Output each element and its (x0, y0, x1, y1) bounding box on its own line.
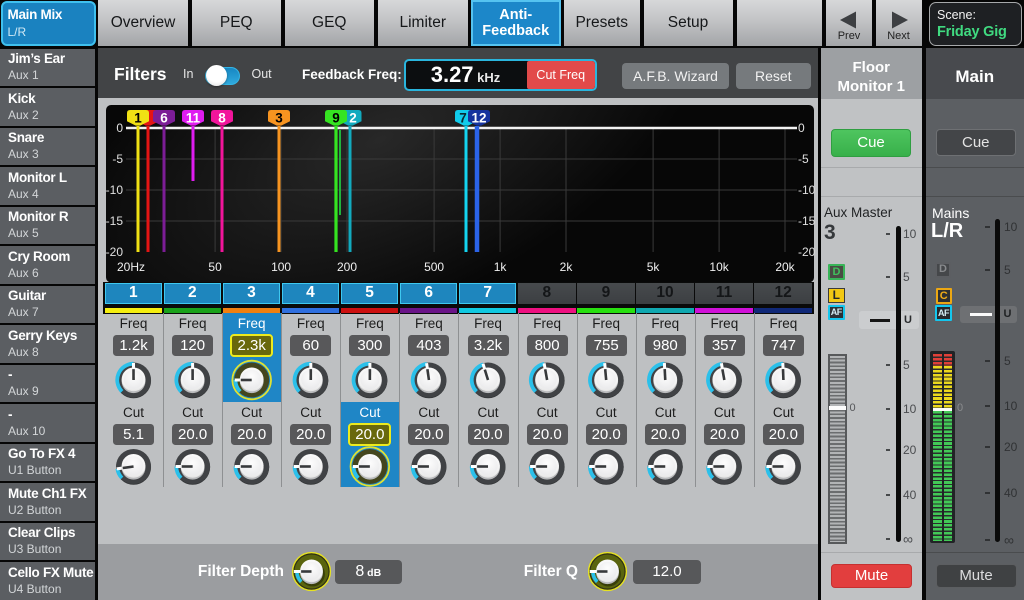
svg-text:8: 8 (218, 111, 226, 126)
svg-text:-5: -5 (112, 152, 123, 166)
svg-text:20k: 20k (775, 260, 795, 274)
svg-text:1k: 1k (494, 260, 508, 274)
svg-text:-15: -15 (106, 214, 124, 228)
svg-text:7: 7 (459, 111, 467, 126)
svg-text:-20: -20 (798, 245, 816, 259)
svg-text:10k: 10k (709, 260, 729, 274)
svg-text:20Hz: 20Hz (117, 260, 145, 274)
svg-text:2k: 2k (560, 260, 574, 274)
svg-text:5k: 5k (647, 260, 661, 274)
svg-text:500: 500 (424, 260, 444, 274)
svg-text:3: 3 (275, 111, 283, 126)
svg-text:2: 2 (349, 111, 357, 126)
svg-text:0: 0 (798, 121, 805, 135)
svg-text:12: 12 (471, 111, 486, 126)
svg-text:-15: -15 (798, 214, 816, 228)
svg-text:-10: -10 (106, 183, 124, 197)
svg-text:200: 200 (337, 260, 357, 274)
svg-text:-5: -5 (798, 152, 809, 166)
svg-text:6: 6 (160, 111, 168, 126)
svg-text:9: 9 (332, 111, 340, 126)
svg-text:1: 1 (134, 111, 142, 126)
svg-text:50: 50 (208, 260, 222, 274)
svg-text:11: 11 (186, 111, 201, 126)
svg-text:0: 0 (116, 121, 123, 135)
svg-text:-10: -10 (798, 183, 816, 197)
svg-text:-20: -20 (106, 245, 124, 259)
svg-text:100: 100 (271, 260, 291, 274)
